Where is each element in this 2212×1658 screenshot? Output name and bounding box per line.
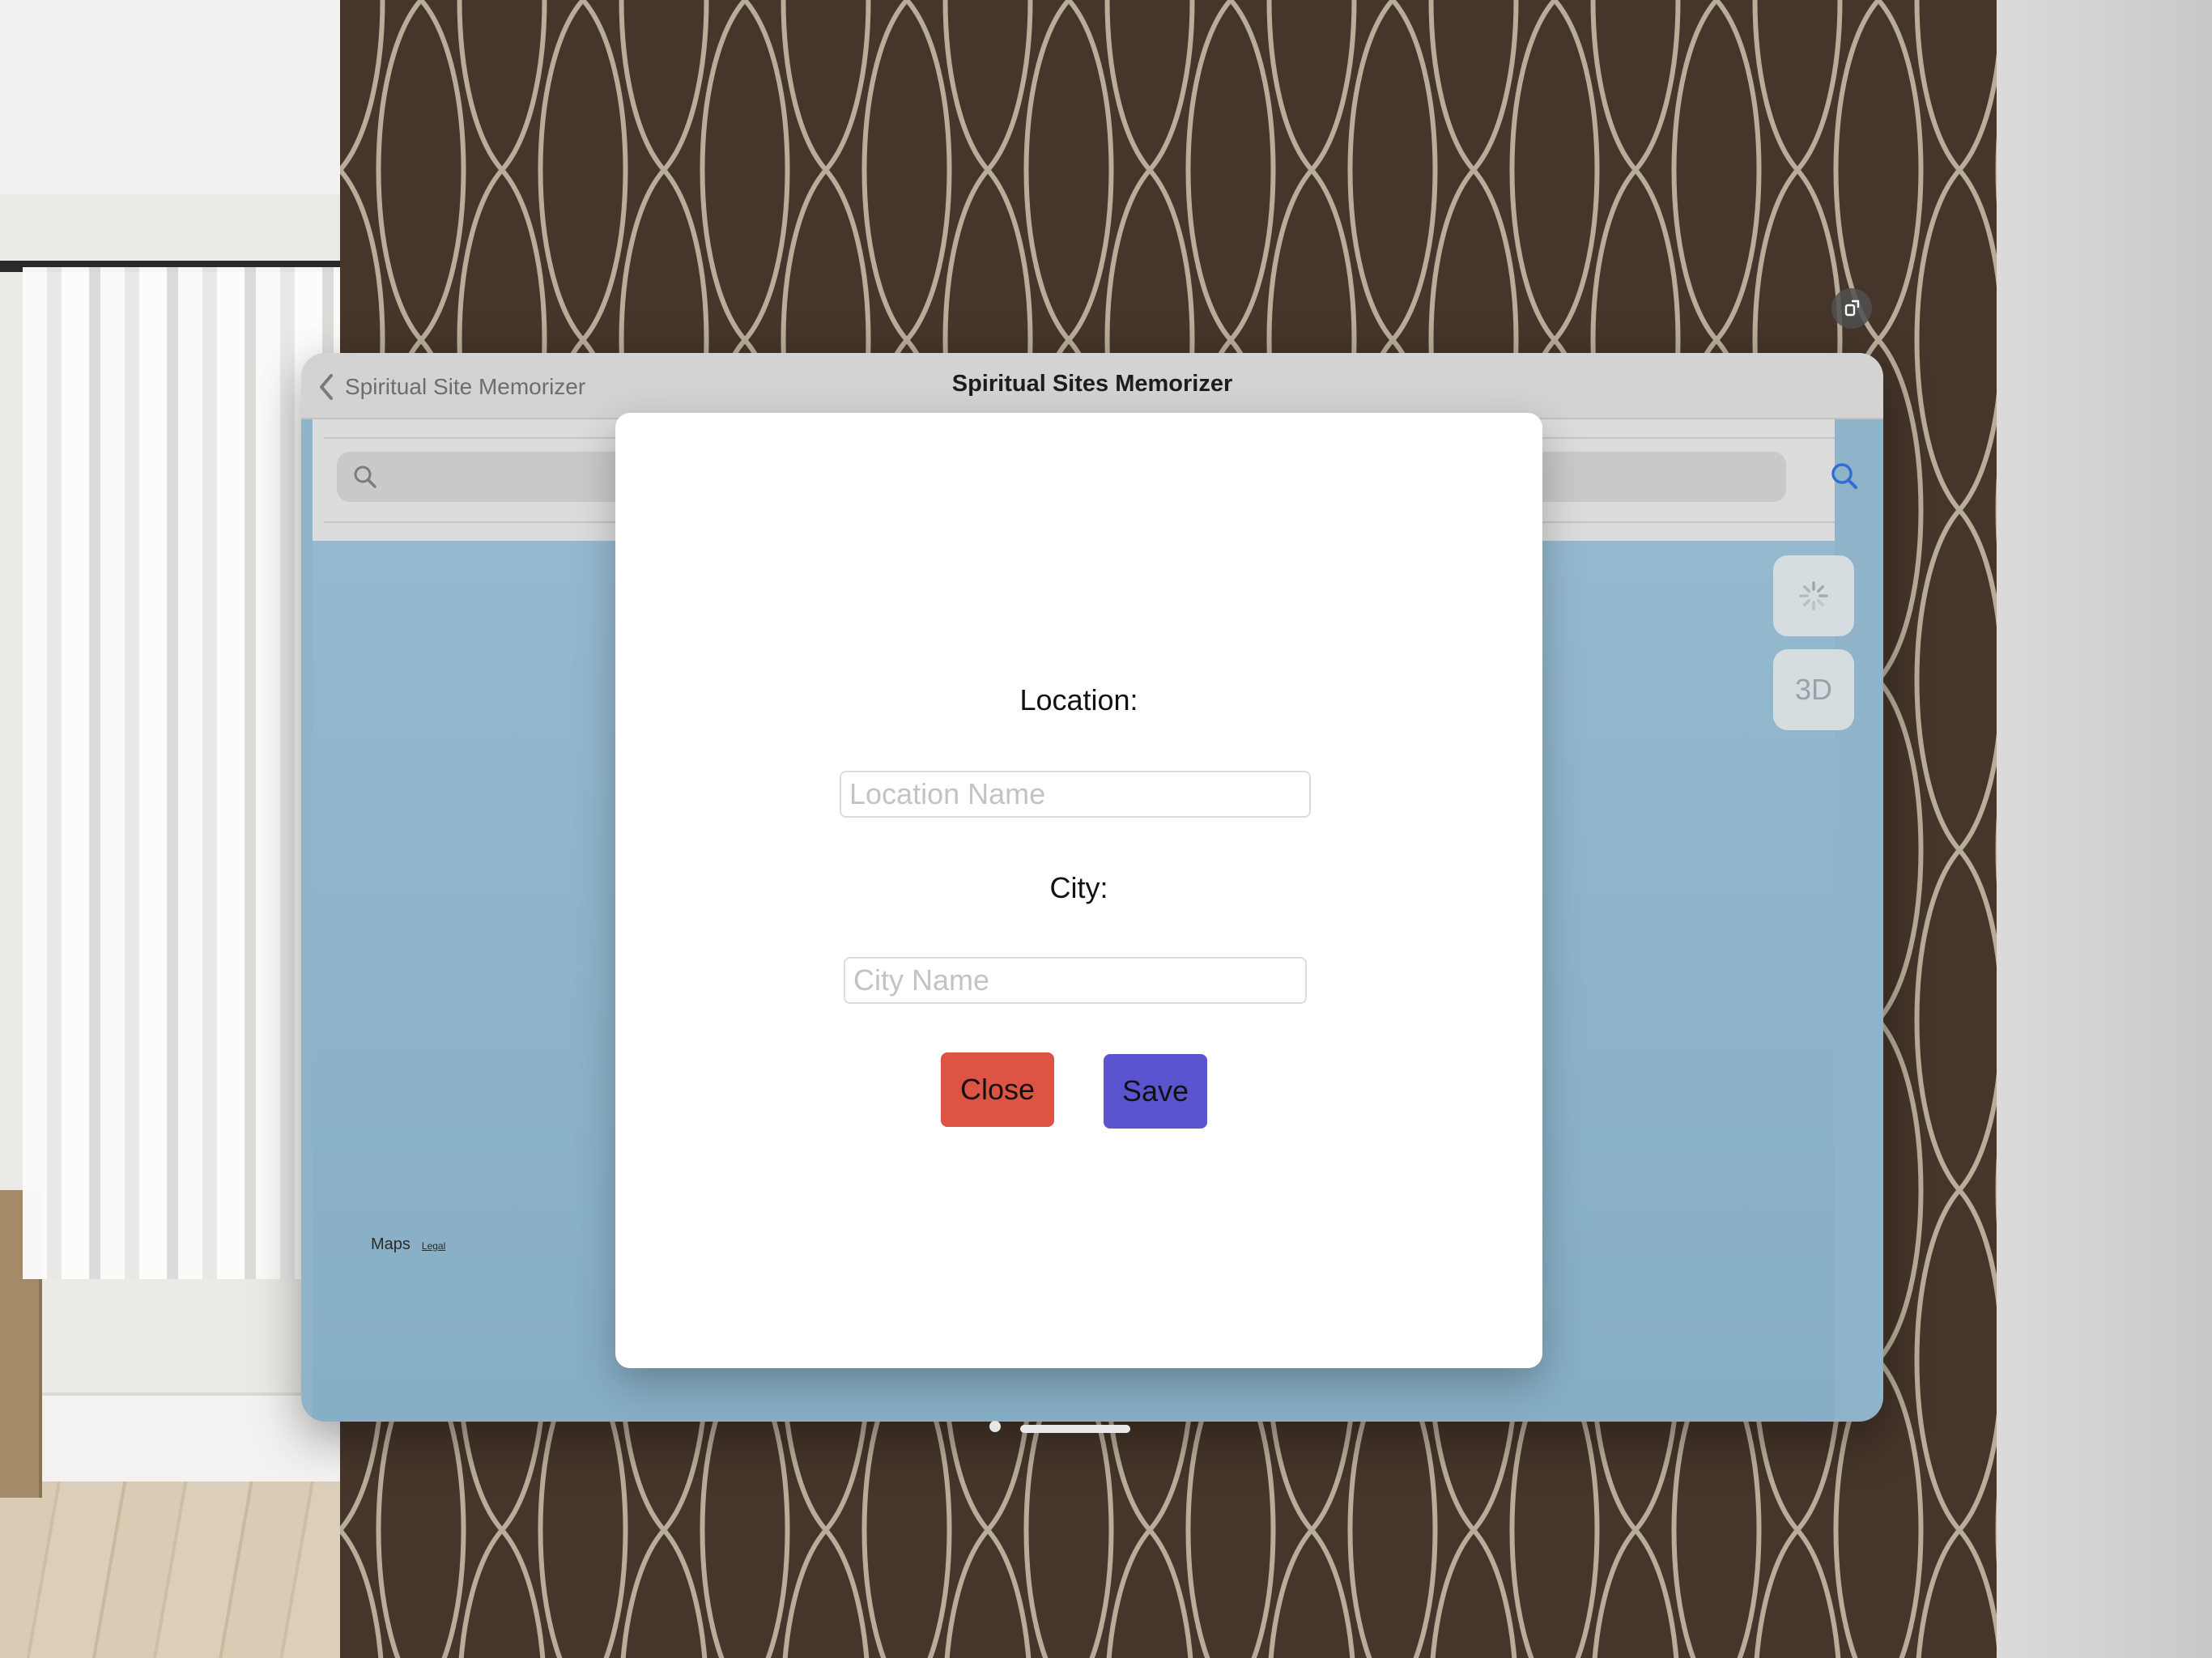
right-wall (1997, 0, 2212, 1658)
resize-icon[interactable] (1831, 288, 1872, 329)
magnifier-icon (354, 466, 376, 488)
maps-logo: Maps (371, 1235, 410, 1253)
city-name-input[interactable] (844, 957, 1307, 1004)
3d-toggle-button[interactable]: 3D (1773, 649, 1854, 730)
spinner-icon (1799, 581, 1828, 610)
save-button[interactable]: Save (1104, 1054, 1207, 1129)
navigation-bar: Spiritual Site Memorizer Spiritual Sites… (301, 353, 1883, 419)
ceiling (0, 0, 356, 194)
window-close-dot[interactable] (989, 1421, 1001, 1432)
search-icon[interactable] (1825, 457, 1864, 495)
maps-attribution: Maps Legal (371, 1235, 445, 1254)
location-label: Location: (1019, 683, 1138, 716)
close-button[interactable]: Close (941, 1052, 1054, 1127)
window-title: Spiritual Sites Memorizer (951, 371, 1233, 397)
window-grab-bar[interactable] (1020, 1425, 1130, 1433)
location-name-input[interactable] (840, 771, 1311, 818)
loading-button[interactable] (1773, 555, 1854, 636)
city-label: City: (1049, 871, 1108, 904)
legal-link[interactable]: Legal (422, 1240, 445, 1252)
map-controls: 3D (1773, 555, 1854, 743)
add-location-sheet: Location: City: Close Save (615, 413, 1542, 1368)
